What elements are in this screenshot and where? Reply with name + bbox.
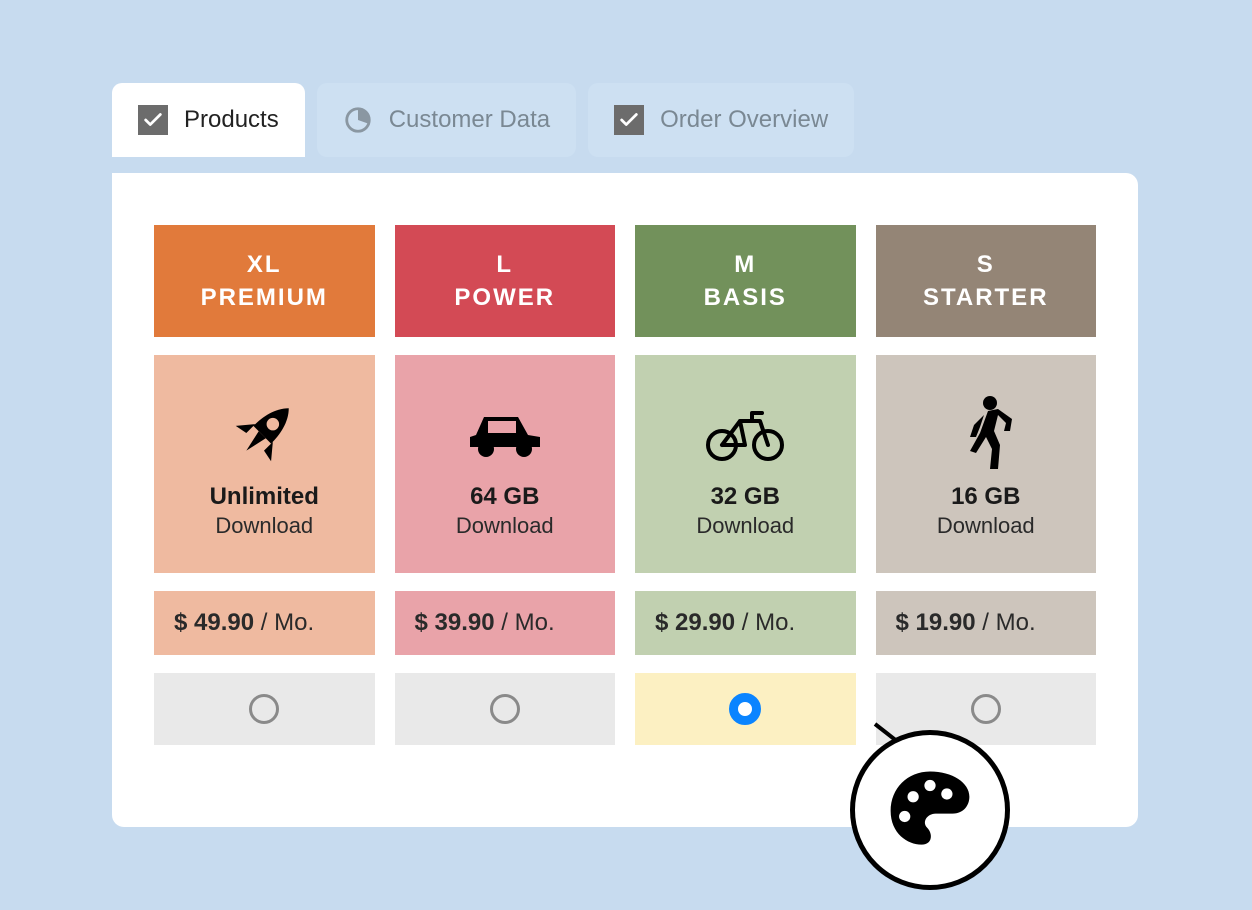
- currency: $: [655, 609, 668, 636]
- tab-label: Products: [184, 106, 279, 134]
- price-period: / Mo.: [982, 609, 1035, 636]
- plan-select-xl[interactable]: [154, 673, 375, 745]
- price-amount: 19.90: [916, 609, 976, 636]
- plan-name: POWER: [454, 282, 555, 313]
- plan-price-s: $ 19.90 / Mo.: [876, 591, 1097, 655]
- plan-size: XL: [247, 249, 282, 280]
- walking-person-icon: [956, 389, 1016, 477]
- plan-feature-l: 64 GB Download: [395, 355, 616, 573]
- currency: $: [174, 609, 187, 636]
- tabs-bar: Products Customer Data Order Overview: [112, 83, 854, 157]
- pie-chart-icon: [343, 105, 373, 135]
- plan-feature-m: 32 GB Download: [635, 355, 856, 573]
- plan-quota: 64 GB: [470, 483, 539, 511]
- radio-icon: [249, 694, 279, 724]
- plan-select-l[interactable]: [395, 673, 616, 745]
- price-amount: 29.90: [675, 609, 735, 636]
- plan-feature-s: 16 GB Download: [876, 355, 1097, 573]
- tab-order-overview[interactable]: Order Overview: [588, 83, 854, 157]
- radio-icon: [490, 694, 520, 724]
- plan-quota: Unlimited: [210, 483, 319, 511]
- plan-name: PREMIUM: [201, 282, 328, 313]
- plan-size: L: [496, 249, 513, 280]
- plan-quota: 16 GB: [951, 483, 1020, 511]
- plan-header-xl-premium: XL PREMIUM: [154, 225, 375, 337]
- pricing-grid: XL PREMIUM L POWER M BASIS S STARTER: [154, 225, 1096, 745]
- plan-header-l-power: L POWER: [395, 225, 616, 337]
- plan-name: BASIS: [704, 282, 787, 313]
- price-period: / Mo.: [742, 609, 795, 636]
- bicycle-icon: [702, 389, 788, 477]
- plan-quota-sub: Download: [456, 513, 554, 539]
- plan-size: S: [977, 249, 995, 280]
- plan-size: M: [734, 249, 756, 280]
- rocket-icon: [224, 389, 304, 477]
- products-panel: XL PREMIUM L POWER M BASIS S STARTER: [112, 173, 1138, 827]
- tab-customer-data[interactable]: Customer Data: [317, 83, 576, 157]
- price-amount: 49.90: [194, 609, 254, 636]
- plan-select-m[interactable]: [635, 673, 856, 745]
- palette-icon: [885, 763, 975, 858]
- plan-quota-sub: Download: [696, 513, 794, 539]
- plan-price-m: $ 29.90 / Mo.: [635, 591, 856, 655]
- plan-price-l: $ 39.90 / Mo.: [395, 591, 616, 655]
- plan-header-m-basis: M BASIS: [635, 225, 856, 337]
- plan-name: STARTER: [923, 282, 1049, 313]
- check-icon: [138, 105, 168, 135]
- plan-header-s-starter: S STARTER: [876, 225, 1097, 337]
- plan-price-xl: $ 49.90 / Mo.: [154, 591, 375, 655]
- price-period: / Mo.: [261, 609, 314, 636]
- tab-products[interactable]: Products: [112, 83, 305, 157]
- plan-quota: 32 GB: [711, 483, 780, 511]
- price-period: / Mo.: [501, 609, 554, 636]
- currency: $: [415, 609, 428, 636]
- plan-feature-xl: Unlimited Download: [154, 355, 375, 573]
- radio-icon: [971, 694, 1001, 724]
- plan-quota-sub: Download: [937, 513, 1035, 539]
- currency: $: [896, 609, 909, 636]
- check-icon: [614, 105, 644, 135]
- radio-icon: [729, 693, 761, 725]
- tab-label: Customer Data: [389, 106, 550, 134]
- price-amount: 39.90: [435, 609, 495, 636]
- tab-label: Order Overview: [660, 106, 828, 134]
- callout-palette: [850, 730, 1010, 890]
- plan-quota-sub: Download: [215, 513, 313, 539]
- car-icon: [462, 389, 548, 477]
